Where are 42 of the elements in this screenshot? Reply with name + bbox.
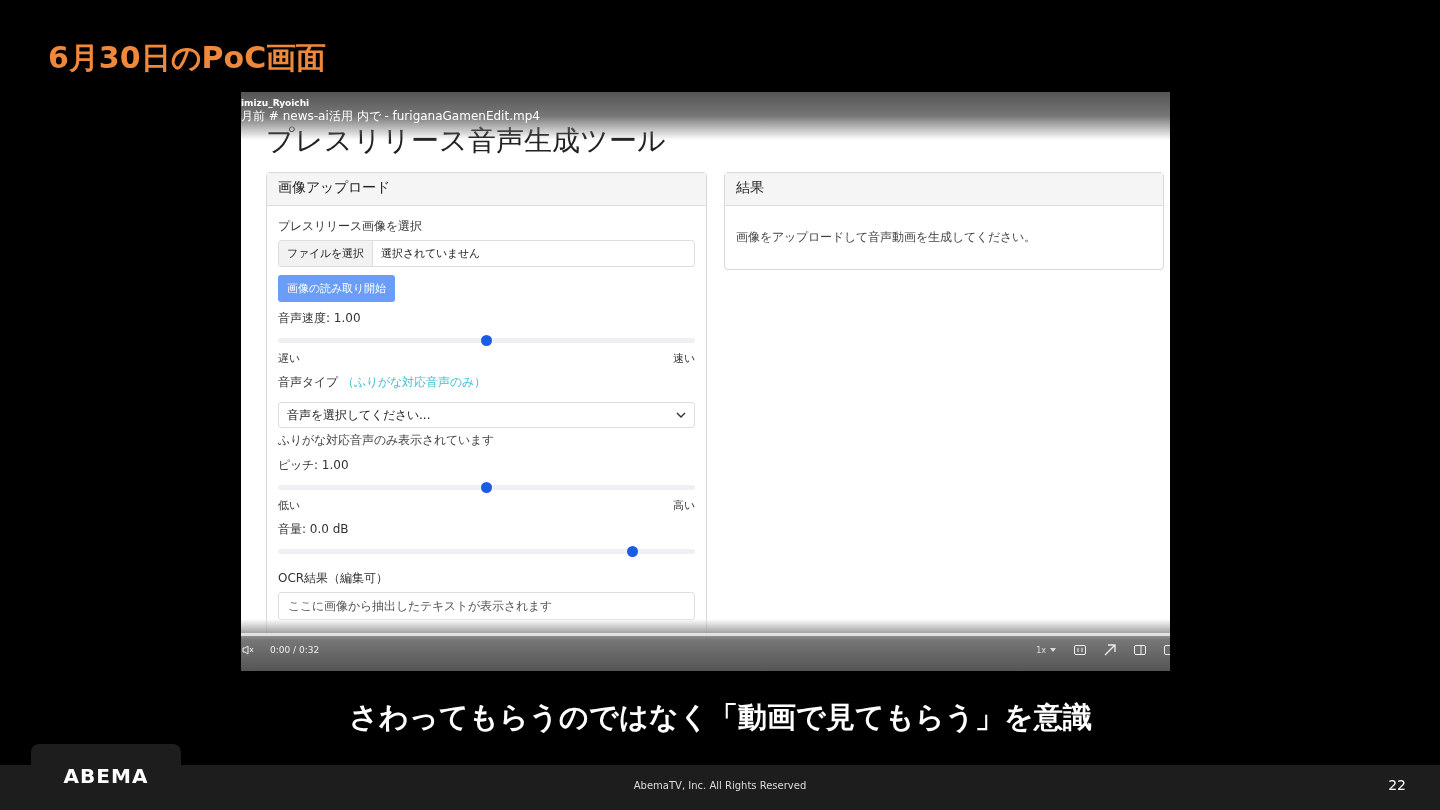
result-message: 画像をアップロードして音声動画を生成してください。 [734,229,1037,246]
page-title: プレスリリース音声生成ツール [266,123,667,159]
panel-header: 画像アップロード [267,173,706,206]
slider-thumb[interactable] [481,482,493,493]
video-meta: 月前 # news-ai活用 内で - furiganaGamenEdit.mp4 [241,108,541,125]
max-label: 速い [672,351,695,366]
file-status: 選択されていません [380,246,481,262]
uploader-name: imizu_Ryoichi [241,98,311,108]
choose-file-button[interactable]: ファイルを選択 [279,241,373,266]
min-label: 遅い [278,351,300,366]
field-label: プレスリリース画像を選択 [278,218,423,235]
panel-header: 結果 [724,173,1163,206]
slider[interactable] [278,485,695,490]
slider-label: 音量: 0.0 dB [278,521,350,538]
time-display: 0:00 / 0:32 [270,645,320,655]
field-label: 音声タイプ [278,374,338,391]
mute-icon[interactable] [242,645,254,655]
window-icon[interactable] [1164,645,1170,655]
captions-icon[interactable] [1074,645,1086,655]
sidebar-icon[interactable] [1134,645,1146,655]
copyright: AbemaTV, Inc. All Rights Reserved [633,780,807,791]
slider[interactable] [278,549,695,554]
field-hint: ふりがな対応音声のみ表示されています [278,432,495,449]
field-note: （ふりがな対応音声のみ） [342,374,486,391]
min-label: 低い [278,498,300,513]
caret-icon [1050,648,1056,652]
chevron-down-icon [675,412,686,418]
arrow-icon[interactable] [1104,644,1116,656]
max-label: 高い [672,498,695,513]
slider[interactable] [278,338,695,343]
page-number: 22 [1388,777,1406,793]
logo: ABEMA [63,764,149,790]
field-label: OCR結果（編集可） [278,570,390,587]
slider-thumb[interactable] [481,335,493,346]
slide-title: 6月30日のPoC画面 [48,39,327,77]
slide-caption: さわってもらうのではなく「動画で見てもらう」を意識 [347,699,1093,736]
file-input[interactable]: ファイルを選択 選択されていません [278,240,695,267]
slider-thumb[interactable] [627,546,638,557]
speed-button[interactable]: 1x [1036,645,1046,655]
slider-label: ピッチ: 1.00 [278,457,350,474]
slider-label: 音声速度: 1.00 [278,310,362,327]
voice-select[interactable]: 音声を選択してください... [278,402,695,428]
